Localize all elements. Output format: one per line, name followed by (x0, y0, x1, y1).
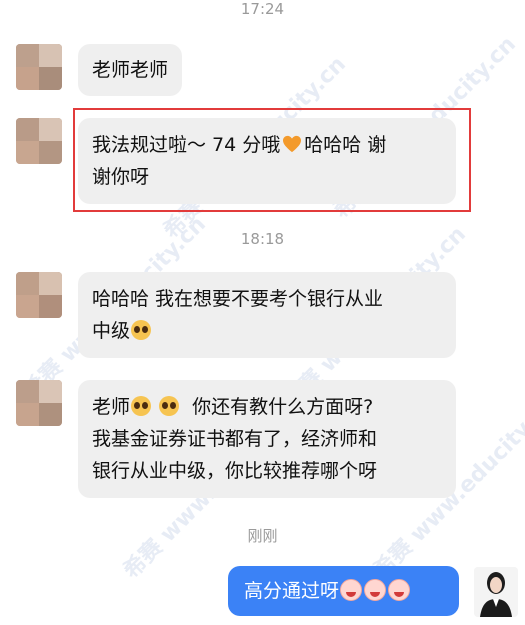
timestamp: 17:24 (240, 0, 285, 18)
crying-face-icon (340, 579, 363, 601)
timestamp: 刚刚 (247, 527, 278, 545)
crying-face-icon (364, 579, 387, 601)
avatar[interactable] (16, 272, 62, 318)
message-text: 老师 (92, 396, 131, 418)
message-bubble[interactable]: 老师 你还有教什么方面呀? 我基金证券证书都有了，经济师和 银行从业中级，你比较… (78, 380, 456, 498)
message-text: 中级 (92, 320, 131, 342)
message-bubble-outgoing[interactable]: 高分通过呀 (228, 566, 459, 616)
message-text: 高分通过呀 (244, 580, 340, 602)
avatar[interactable] (474, 567, 518, 617)
person-icon (474, 567, 518, 617)
pleading-face-icon (131, 320, 152, 340)
message-text: 银行从业中级，你比较推荐哪个呀 (92, 460, 378, 482)
message-line: 银行从业中级，你比较推荐哪个呀 (92, 455, 442, 487)
message-line: 我基金证券证书都有了，经济师和 (92, 423, 442, 455)
avatar[interactable] (16, 44, 62, 90)
pleading-face-icon (159, 396, 180, 416)
message-bubble[interactable]: 老师老师 (78, 44, 183, 96)
message-line: 老师 你还有教什么方面呀? (92, 391, 442, 423)
message-bubble[interactable]: 哈哈哈 我在想要不要考个银行从业 中级 (78, 272, 456, 358)
message-line: 哈哈哈 我在想要不要考个银行从业 (92, 283, 442, 315)
crying-face-icon (388, 579, 411, 601)
avatar[interactable] (16, 380, 62, 426)
avatar[interactable] (16, 118, 62, 164)
pleading-face-icon (131, 396, 152, 416)
timestamp: 18:18 (240, 230, 285, 248)
message-text: 我基金证券证书都有了，经济师和 (92, 428, 378, 450)
message-text: 老师老师 (92, 59, 169, 81)
message-line: 中级 (92, 315, 442, 347)
highlight-box (73, 108, 471, 212)
message-text: 你还有教什么方面呀? (192, 396, 374, 418)
message-text: 哈哈哈 我在想要不要考个银行从业 (92, 288, 384, 310)
